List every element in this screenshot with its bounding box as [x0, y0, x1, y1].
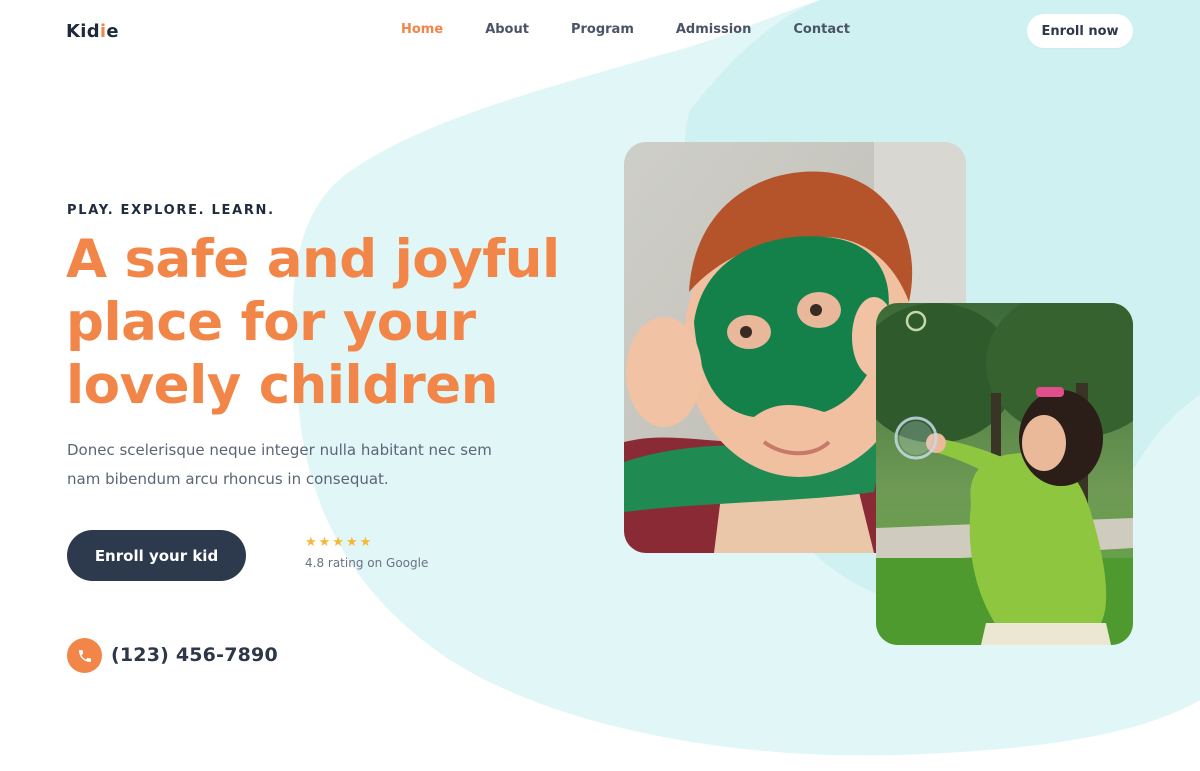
hero-eyebrow: PLAY. EXPLORE. LEARN.	[67, 203, 275, 218]
nav-home[interactable]: Home	[401, 22, 443, 37]
phone-icon[interactable]	[67, 638, 102, 673]
headline-line-1: A safe and joyful	[66, 229, 560, 290]
enroll-your-kid-button[interactable]: Enroll your kid	[67, 530, 246, 581]
logo-text-part-1: Kid	[66, 21, 100, 42]
phone-glyph-icon	[78, 649, 91, 662]
girl-with-soap-bubbles-photo	[876, 303, 1133, 645]
phone-number[interactable]: (123) 456-7890	[111, 644, 278, 666]
rating-stars-icon: ★★★★★	[305, 534, 374, 549]
google-rating: ★★★★★ 4.8 rating on Google	[305, 534, 428, 570]
headline-line-2: place for your	[66, 292, 476, 353]
hero-headline: A safe and joyful place for your lovely …	[66, 228, 586, 417]
nav-program[interactable]: Program	[571, 22, 634, 37]
headline-line-3: lovely children	[66, 355, 498, 416]
enroll-now-button[interactable]: Enroll now	[1027, 14, 1133, 48]
nav-contact[interactable]: Contact	[793, 22, 850, 37]
nav-about[interactable]: About	[485, 22, 529, 37]
rating-text: 4.8 rating on Google	[305, 556, 429, 570]
logo[interactable]: Kidie	[66, 21, 119, 42]
hero-description: Donec scelerisque neque integer nulla ha…	[67, 441, 492, 488]
logo-text-part-3: e	[106, 21, 119, 42]
nav-admission[interactable]: Admission	[676, 22, 752, 37]
main-nav: Home About Program Admission Contact	[401, 22, 892, 37]
